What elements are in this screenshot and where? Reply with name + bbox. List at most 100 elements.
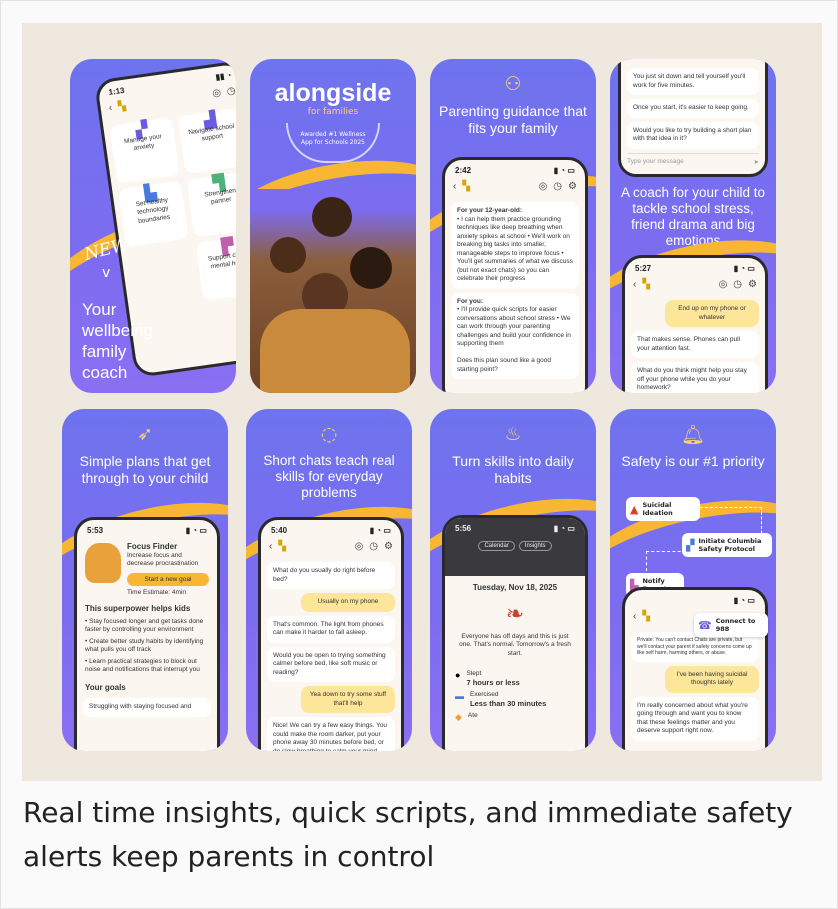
back-icon[interactable]: ‹ (269, 541, 272, 552)
message-bubble: That makes sense. Phones can pull your a… (631, 331, 759, 358)
tab-calendar[interactable]: Calendar (478, 541, 515, 551)
message-bubble: That's common. The light from phones can… (267, 615, 395, 643)
character-icon: ▚ (642, 611, 651, 622)
message-bubble: Nice! We can try a few easy things. You … (267, 717, 395, 751)
flame-icon: ♨ (504, 423, 522, 445)
tile[interactable]: ▜ Strengthen partner (186, 171, 236, 238)
compass-icon[interactable]: ◎ (539, 181, 548, 192)
brand-subtitle: for families (307, 107, 359, 117)
tile[interactable]: ▛ Support child's mental health (195, 234, 236, 301)
message-input[interactable]: Type your message ➤ (627, 152, 759, 166)
user-bubble: I've been having suicidal thoughts latel… (665, 665, 759, 693)
card-daily-habits: ♨ Turn skills into daily habits 5:56 ▮ ◔ … (430, 409, 596, 751)
back-icon[interactable]: ‹ (108, 103, 113, 114)
tab-insights[interactable]: Insights (518, 541, 552, 551)
message-bubble: Would you be open to trying something ca… (267, 646, 395, 682)
compass-icon[interactable]: ◎ (355, 541, 364, 552)
signal-icon: ▮ ◔ ▭ (553, 524, 575, 533)
chat-bubble-icon: ◌ (320, 423, 338, 445)
start-goal-button[interactable]: Start a new goal (127, 572, 209, 586)
tile[interactable]: ▞ Manage your anxiety (109, 117, 180, 184)
goal-item[interactable]: Struggling with staying focused and (83, 698, 211, 717)
signal-icon: ▮ ◔ ▭ (733, 264, 755, 273)
signal-icon: ▮ ◔ ▭ (733, 596, 755, 605)
flow-suicidal-ideation: ▲ Suicidal Ideation (626, 497, 700, 521)
status-time: 5:53 (87, 526, 104, 535)
compass-icon[interactable]: ◎ (212, 87, 222, 99)
send-icon[interactable]: ➤ (754, 158, 759, 166)
clock-icon[interactable]: ◷ (226, 85, 236, 97)
clock-icon[interactable]: ◷ (553, 181, 562, 192)
habit-row: ● Slept 7 hours or less (455, 670, 520, 687)
message-bubble: For you: • I'll provide quick scripts for… (451, 292, 579, 379)
headline: Turn skills into daily habits (452, 453, 574, 486)
rocket-icon: ➶ (137, 423, 153, 445)
back-icon[interactable]: ‹ (633, 279, 636, 290)
family-photo (250, 189, 416, 393)
image-caption: Real time insights, quick scripts, and i… (23, 796, 793, 873)
clock-icon[interactable]: ◷ (733, 279, 742, 290)
settings-icon[interactable]: ⚙ (384, 541, 393, 552)
message-bubble: Once you start, it's easier to keep goin… (627, 99, 759, 118)
section-title: This superpower helps kids (85, 604, 191, 613)
back-icon[interactable]: ‹ (453, 181, 456, 192)
character-icon: ▚ (278, 541, 287, 552)
dumbbell-icon: ▬ (455, 691, 464, 701)
superpower-avatar (85, 543, 121, 583)
compass-icon[interactable]: ◎ (719, 279, 728, 290)
card-wellbeing-coach: 1:13 ▮▮ ◔ ‹ ▚ ◎ ◷ ▞ Manage your anxiety ▟ Navi… (70, 59, 236, 393)
clock-icon[interactable]: ◷ (369, 541, 378, 552)
flow-connect-988[interactable]: ☎ Connect to 988 (694, 613, 768, 637)
message-bubble: What do you usually do right before bed? (267, 562, 395, 589)
status-time: 5:27 (635, 264, 652, 273)
user-bubble: Usually on my phone (301, 593, 395, 612)
message-bubble: For your 12-year-old: • I can help them p… (451, 202, 579, 289)
status-time: 5:56 (455, 524, 472, 533)
phone-mockup-top: You just sit down and tell yourself you'… (618, 59, 768, 177)
settings-icon[interactable]: ⚙ (568, 181, 577, 192)
character-icon: ▚ (117, 100, 127, 113)
arrow-icon: v (102, 265, 111, 281)
back-icon[interactable]: ‹ (633, 611, 636, 622)
card-simple-plans: ➶ Simple plans that get through to your … (62, 409, 228, 751)
flow-connector (646, 551, 686, 571)
plan-title: Focus Finder (127, 542, 178, 551)
headline: Simple plans that get through to your ch… (79, 453, 211, 486)
list-item: • Stay focused longer and get tasks done… (85, 617, 204, 634)
bell-icon: 🔔︎ (680, 424, 706, 446)
phone-mockup: ▮ ◔ ▭ ‹ ▚ Private: You can't contact Chat… (622, 587, 768, 751)
warning-icon: ▲ (630, 502, 639, 516)
headline: Parenting guidance that fits your family (439, 103, 587, 136)
date-header: Tuesday, Nov 18, 2025 (472, 583, 558, 592)
award-text: Awarded #1 Wellness App for Schools 2025 (300, 131, 366, 146)
signal-icon: ▮ ◔ ▭ (553, 166, 575, 175)
character-icon: ▚ (462, 181, 471, 192)
moon-icon: ● (455, 670, 461, 680)
card-safety: 🔔︎ Safety is our #1 priority ▲ Suicidal I… (610, 409, 776, 751)
leaf-icon: ❧ (505, 600, 525, 626)
card-child-coach: You just sit down and tell yourself you'… (610, 59, 776, 393)
flow-columbia-protocol: ▞ Initiate Columbia Safety Protocol (682, 533, 772, 557)
user-bubble: Yea down to try some stuff that'll help (301, 686, 395, 713)
screenshot-panel: 1:13 ▮▮ ◔ ‹ ▚ ◎ ◷ ▞ Manage your anxiety ▟ Navi… (22, 23, 822, 781)
time-estimate: Time Estimate: 4min (127, 588, 186, 596)
signal-icon: ▮ ◔ ▭ (369, 526, 391, 535)
signal-icon: ▮ ◔ ▭ (185, 526, 207, 535)
tile[interactable]: ▟ Navigate school support (177, 107, 236, 175)
settings-icon[interactable]: ⚙ (748, 279, 757, 290)
day-note: Everyone has off days and this is just o… (459, 632, 571, 657)
headline: Short chats teach real skills for everyd… (263, 453, 395, 500)
habit-row: ◆ Ate (455, 712, 478, 722)
message-bubble: What do you think might help you stay of… (631, 362, 759, 393)
goals-title: Your goals (85, 682, 126, 692)
card-parenting-guidance: ⚇ Parenting guidance that fits your fami… (430, 59, 596, 393)
phone-mockup: 5:56 ▮ ◔ ▭ Calendar Insights Tuesday, Nov… (442, 515, 588, 751)
list-item: • Create better study habits by identify… (85, 637, 204, 654)
message-bubble: I'm really concerned about what you're g… (631, 696, 759, 741)
phone-icon: ☎ (698, 618, 712, 632)
character-icon: ▚ (642, 279, 651, 290)
brand-logo: alongside (274, 79, 392, 107)
image-frame: 1:13 ▮▮ ◔ ‹ ▚ ◎ ◷ ▞ Manage your anxiety ▟ Navi… (0, 0, 838, 909)
hospital-icon: ▞ (686, 538, 695, 552)
user-bubble: End up on my phone or whatever (665, 300, 759, 327)
